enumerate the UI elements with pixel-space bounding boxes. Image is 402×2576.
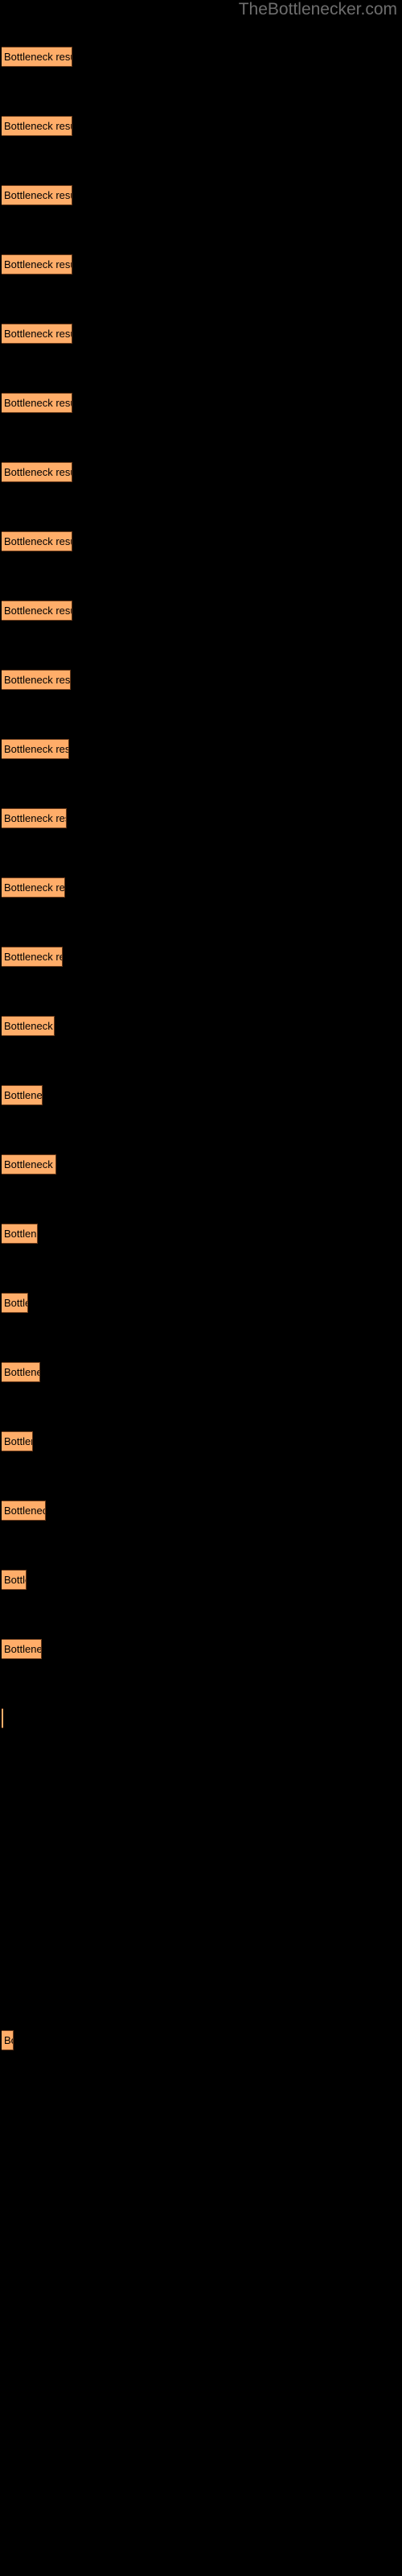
- bar-8: Bottleneck result: [2, 601, 72, 621]
- bar-label: Bottleneck result: [4, 1020, 54, 1032]
- bar-22: Bottleneck result: [2, 1570, 27, 1590]
- bar-0: Bottleneck result: [2, 47, 72, 67]
- bar-label: Bottleneck result: [4, 1435, 32, 1447]
- bar-23: Bottleneck result: [2, 1639, 42, 1659]
- bar-chart-area: Bottleneck result Bottleneck result Bottle…: [0, 0, 402, 2576]
- bar-2: Bottleneck result: [2, 185, 72, 205]
- bar-label: Bottleneck result: [4, 120, 72, 132]
- bar-label: Bottleneck result: [4, 812, 66, 824]
- bar-label: Bottleneck result: [4, 258, 72, 270]
- bar-label: Bottleneck result: [4, 1643, 42, 1655]
- bar-4: Bottleneck result: [2, 324, 72, 344]
- bar-label: Bottleneck result: [4, 881, 65, 894]
- bar-1: Bottleneck result: [2, 116, 72, 136]
- bar-label: Bottleneck result: [4, 674, 71, 686]
- bar-label: Bottleneck result: [4, 1089, 43, 1101]
- bar-label: Bottleneck result: [4, 189, 72, 201]
- bar-label: Bottleneck result: [4, 466, 72, 478]
- bar-label: Bottleneck result: [4, 535, 72, 547]
- bar-7: Bottleneck result: [2, 531, 72, 551]
- bar-5: Bottleneck result: [2, 393, 72, 413]
- bar-label: Bottleneck result: [4, 1366, 39, 1378]
- bar-9: Bottleneck result: [2, 670, 71, 690]
- bar-label: Bottleneck result: [4, 397, 72, 409]
- bar-14: Bottleneck result: [2, 1016, 55, 1036]
- bar-label: Bottleneck result: [4, 1505, 45, 1517]
- bar-label: Bottleneck result: [4, 1158, 55, 1170]
- bar-label: Bottleneck result: [4, 743, 69, 755]
- bar-label: Bottleneck result: [4, 51, 72, 63]
- bar-19: Bottleneck result: [2, 1362, 40, 1382]
- bar-15: Bottleneck result: [2, 1085, 43, 1105]
- bar-label: Bottleneck result: [4, 328, 72, 340]
- bar-12: Bottleneck result: [2, 877, 65, 898]
- bar-18: Bottleneck result: [2, 1293, 28, 1313]
- bar-label: Bottleneck result: [4, 2034, 13, 2046]
- bar-label: Bottleneck result: [4, 605, 72, 617]
- bar-24: Bottleneck result: [2, 1708, 3, 1728]
- bar-25: Bottleneck result: [2, 2030, 14, 2050]
- bar-3: Bottleneck result: [2, 254, 72, 275]
- bar-13: Bottleneck result: [2, 947, 63, 967]
- bar-21: Bottleneck result: [2, 1501, 46, 1521]
- bar-20: Bottleneck result: [2, 1431, 33, 1451]
- bar-label: Bottleneck result: [4, 1574, 26, 1586]
- bar-17: Bottleneck result: [2, 1224, 38, 1244]
- bottleneck-chart-page: TheBottlenecker.com Bottleneck resultBot…: [0, 0, 402, 2576]
- bar-11: Bottleneck result: [2, 808, 67, 828]
- bar-6: Bottleneck result: [2, 462, 72, 482]
- bar-16: Bottleneck result: [2, 1154, 56, 1174]
- bar-label: Bottleneck result: [4, 951, 62, 963]
- bar-label: Bottleneck result: [4, 1297, 27, 1309]
- bar-10: Bottleneck result: [2, 739, 69, 759]
- bar-label: Bottleneck result: [4, 1228, 37, 1240]
